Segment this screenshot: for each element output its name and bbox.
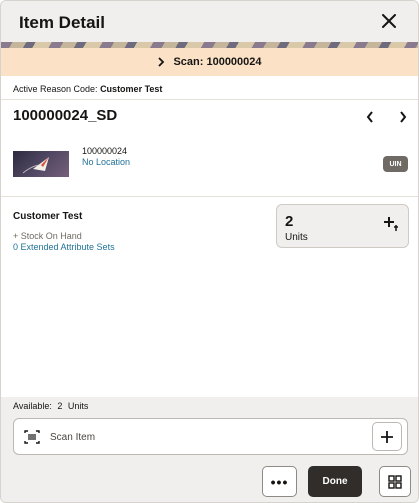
add-quantity-icon xyxy=(384,217,398,231)
previous-item-button[interactable] xyxy=(361,108,379,126)
reason-prefix: Active Reason Code: xyxy=(13,84,98,94)
grid-view-button[interactable] xyxy=(379,466,411,497)
reason-value: Customer Test xyxy=(100,84,163,94)
grid-icon xyxy=(388,474,402,489)
chevron-left-icon xyxy=(366,111,373,123)
close-button[interactable] xyxy=(378,10,400,32)
item-title: 100000024_SD xyxy=(13,107,118,124)
chevron-right-icon xyxy=(157,57,165,67)
active-reason-code: Active Reason Code: Customer Test xyxy=(13,84,162,94)
available-value: 2 xyxy=(57,401,63,411)
done-button[interactable]: Done xyxy=(308,466,362,497)
scan-banner[interactable]: Scan: 100000024 xyxy=(1,48,418,76)
available-label: Available: xyxy=(13,401,52,411)
item-detail-dialog: Item Detail Scan: 100000024 Active Reaso… xyxy=(0,0,419,503)
scan-item-field xyxy=(13,418,408,455)
divider xyxy=(1,99,418,100)
item-number: 100000024 xyxy=(82,146,128,156)
add-item-button[interactable] xyxy=(372,422,402,451)
dialog-title: Item Detail xyxy=(19,13,105,32)
extended-attributes-link[interactable]: 0 Extended Attribute Sets xyxy=(13,242,115,252)
item-location-link[interactable]: No Location xyxy=(82,157,130,167)
reason-name: Customer Test xyxy=(13,211,83,222)
dialog-header: Item Detail xyxy=(1,1,418,42)
quantity-card[interactable]: 2 Units xyxy=(276,204,409,248)
quantity-unit: Units xyxy=(285,232,308,243)
available-summary: Available: 2 Units xyxy=(13,401,88,411)
scan-banner-label: Scan: 100000024 xyxy=(173,56,262,68)
divider xyxy=(1,196,418,197)
next-item-button[interactable] xyxy=(394,108,412,126)
scan-item-input[interactable] xyxy=(50,428,330,446)
barcode-icon xyxy=(24,430,40,444)
chevron-right-icon xyxy=(400,111,407,123)
plus-icon xyxy=(381,430,393,443)
more-actions-button[interactable]: ••• xyxy=(262,466,297,497)
item-thumbnail xyxy=(13,151,69,177)
stock-on-hand-label: + Stock On Hand xyxy=(13,231,82,241)
uin-badge: UIN xyxy=(383,156,408,172)
quantity-value: 2 xyxy=(285,213,294,230)
close-icon xyxy=(382,14,396,28)
available-unit: Units xyxy=(67,401,89,411)
